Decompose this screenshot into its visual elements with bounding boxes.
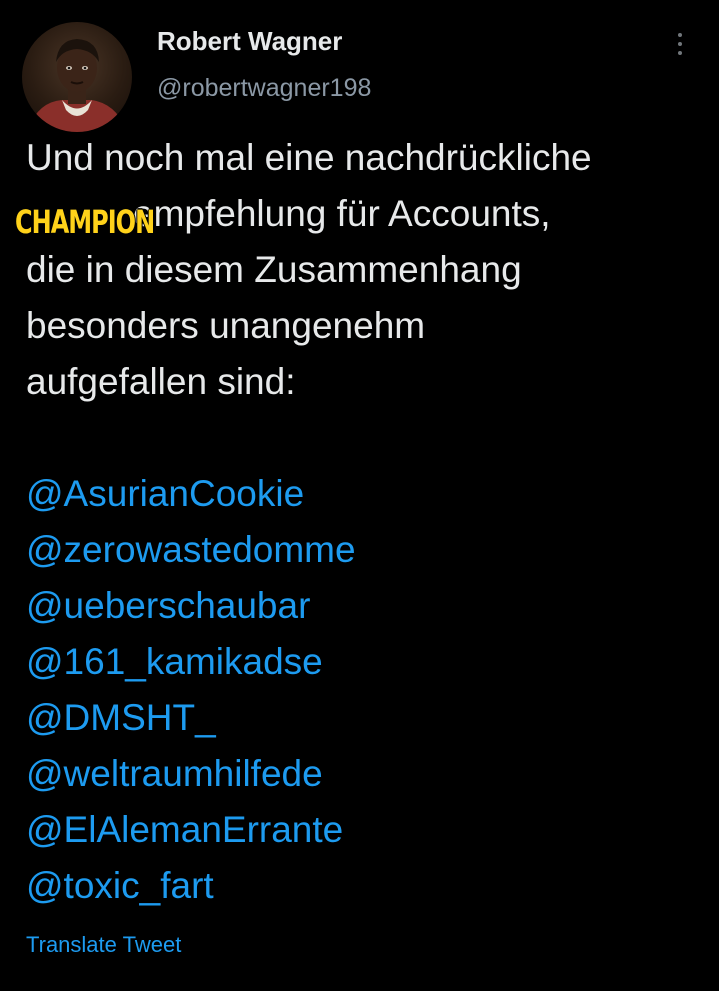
- mention-link[interactable]: @AsurianCookie: [26, 466, 706, 522]
- mention-link[interactable]: @weltraumhilfede: [26, 746, 706, 802]
- mention-link[interactable]: @ueberschaubar: [26, 578, 706, 634]
- champion-sticker: CHAMPION: [15, 203, 155, 241]
- tweet-text: Und noch mal eine nachdrückliche CHAMPIO…: [15, 130, 706, 914]
- mention-link[interactable]: @toxic_fart: [26, 858, 706, 914]
- mention-link[interactable]: @161_kamikadse: [26, 634, 706, 690]
- tweet-text-line-with-sticker: CHAMPION empfehlung für Accounts,: [15, 186, 706, 242]
- more-vertical-icon-dot: [678, 42, 682, 46]
- more-options-button[interactable]: [664, 26, 696, 62]
- more-vertical-icon: [678, 33, 682, 37]
- tweet-text-line: besonders unangenehm: [26, 305, 426, 346]
- avatar-portrait-image: [27, 39, 127, 132]
- tweet-text-line: aufgefallen sind:: [26, 361, 296, 402]
- tweet-text-line: empfehlung für Accounts,: [133, 193, 551, 234]
- tweet: Robert Wagner @robertwagner198 Und noch …: [0, 0, 719, 991]
- author-display-name[interactable]: Robert Wagner: [157, 26, 342, 57]
- mention-link[interactable]: @DMSHT_: [26, 690, 706, 746]
- mention-link[interactable]: @zerowastedomme: [26, 522, 706, 578]
- tweet-text-line: Und noch mal eine nachdrückliche: [26, 137, 592, 178]
- avatar[interactable]: [22, 22, 132, 132]
- translate-tweet-link[interactable]: Translate Tweet: [26, 932, 181, 958]
- mention-link[interactable]: @ElAlemanErrante: [26, 802, 706, 858]
- more-vertical-icon-dot: [678, 51, 682, 55]
- author-handle[interactable]: @robertwagner198: [157, 74, 371, 103]
